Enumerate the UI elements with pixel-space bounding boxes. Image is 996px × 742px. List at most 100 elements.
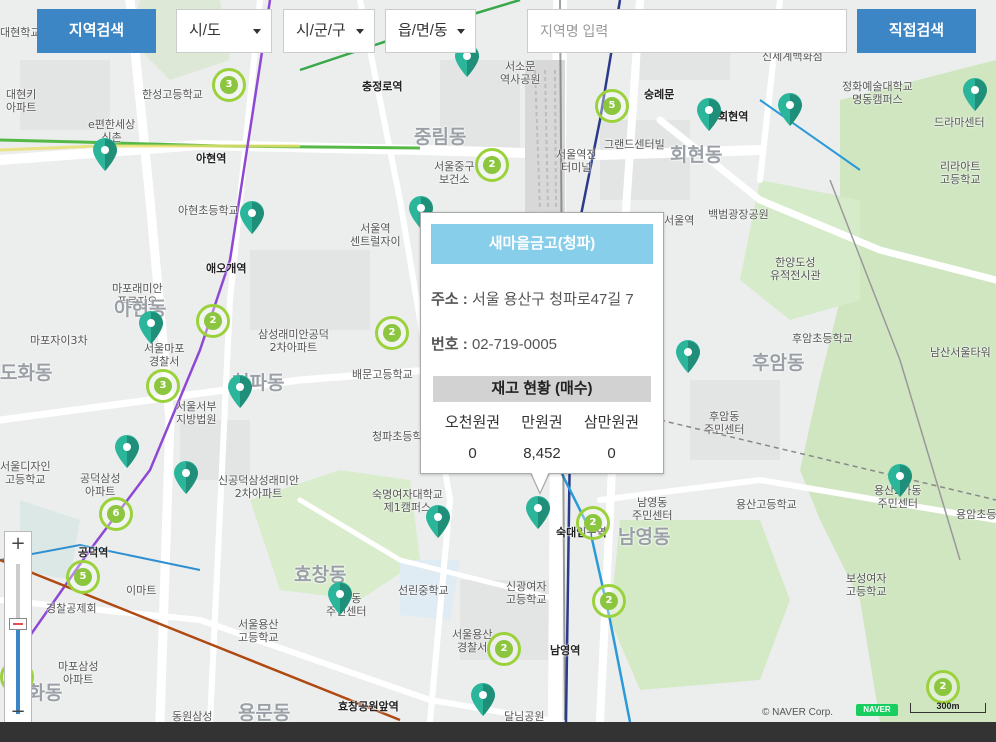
- cluster-marker[interactable]: 3: [212, 68, 246, 102]
- location-pin-icon[interactable]: [114, 435, 140, 469]
- cluster-count: 3: [154, 377, 172, 395]
- cluster-marker[interactable]: 6: [99, 497, 133, 531]
- cluster-marker[interactable]: 2: [487, 632, 521, 666]
- cluster-marker[interactable]: 2: [592, 584, 626, 618]
- label-boseong: 보성여자 고등학교: [846, 572, 887, 599]
- label-baekbeom: 백범광장공원: [708, 208, 769, 221]
- location-pin-icon[interactable]: [92, 138, 118, 172]
- cluster-marker[interactable]: 2: [196, 304, 230, 338]
- label-drama-center: 드라마센터: [934, 116, 985, 129]
- cluster-marker[interactable]: 3: [146, 369, 180, 403]
- cluster-count: 6: [107, 505, 125, 523]
- label-yongmun-dong: 용문동: [238, 702, 291, 722]
- province-select[interactable]: 시/도: [176, 9, 272, 53]
- label-samsung-raemian: 삼성래미안공덕 2차아파트: [258, 328, 329, 355]
- location-pin-icon[interactable]: [239, 201, 265, 235]
- location-pin-icon[interactable]: [327, 582, 353, 616]
- label-yongsan-high: 용산고등학교: [736, 498, 797, 511]
- label-singongdeok: 신공덕삼성래미안 2차아파트: [218, 474, 299, 501]
- cluster-count: 2: [600, 592, 618, 610]
- region-name-input[interactable]: [527, 9, 847, 53]
- stock-value: 8,452: [523, 444, 561, 462]
- label-jeonghwa: 정화예술대학교 명동캠퍼스: [842, 80, 913, 107]
- stock-column-header: 삼만원권: [583, 413, 640, 431]
- location-pin-icon[interactable]: [887, 464, 913, 498]
- label-seoul-station: 서울역: [664, 214, 695, 227]
- popup-title: 새마을금고(청파): [431, 224, 653, 264]
- map-scale-bar: 300m: [910, 702, 986, 713]
- phone-value: 02-719-0005: [471, 336, 558, 353]
- label-huam-center: 후암동 주민센터: [704, 410, 745, 437]
- label-seoul-station-center: 서울역 센트럴자이: [350, 222, 401, 249]
- label-huam-elem: 후암초등학교: [792, 332, 853, 345]
- region-search-button[interactable]: 지역검색: [37, 9, 156, 53]
- zoom-in-button[interactable]: +: [5, 532, 31, 556]
- info-popup: 새마을금고(청파) 주소 : 서울 용산구 청파로47길 7 번호 : 02-7…: [420, 212, 664, 474]
- location-pin-icon[interactable]: [425, 505, 451, 539]
- zoom-control: + −: [4, 531, 32, 723]
- stock-header: 재고 현황 (매수): [433, 376, 651, 402]
- zoom-out-button[interactable]: −: [5, 700, 31, 724]
- cluster-marker[interactable]: 2: [576, 506, 610, 540]
- label-chungjeongno-station: 충정로역: [362, 80, 403, 93]
- cluster-count: 2: [584, 514, 602, 532]
- label-hyochang-park-station: 효창공원앞역: [338, 700, 399, 713]
- label-baemun: 배문고등학교: [352, 368, 413, 381]
- label-hanyang-fortress: 한양도성 유적전시관: [770, 256, 821, 283]
- label-sungnyemun: 숭례문: [644, 88, 675, 101]
- cluster-marker[interactable]: 2: [375, 316, 409, 350]
- label-singwang: 신광여자 고등학교: [506, 580, 547, 607]
- cluster-count: 5: [74, 568, 92, 586]
- city-select[interactable]: 시/군/구: [283, 9, 375, 53]
- cluster-marker[interactable]: 5: [66, 560, 100, 594]
- zoom-slider-handle[interactable]: [9, 618, 27, 630]
- location-pin-icon[interactable]: [962, 78, 988, 112]
- label-seoul-yongsan: 서울용산 고등학교: [238, 618, 279, 645]
- label-daehyeon-school: 대현학교: [0, 26, 41, 39]
- stock-table: 오천원권 만원권 삼만원권 0 8,452 0: [433, 405, 651, 469]
- location-pin-icon[interactable]: [777, 93, 803, 127]
- label-namyeong-center: 남영동 주민센터: [632, 496, 673, 523]
- address-label: 주소 :: [431, 291, 468, 308]
- cluster-count: 2: [204, 312, 222, 330]
- label-yongam-elem: 용암초등학교: [956, 508, 996, 521]
- direct-search-button[interactable]: 직접검색: [857, 9, 976, 53]
- label-hoehyeon-station: 회현역: [718, 110, 749, 123]
- label-huam-dong: 후암동: [752, 352, 805, 374]
- label-gongdeok-samsung: 공덕삼성 아파트: [80, 472, 121, 499]
- label-lilart: 리라아트 고등학교: [940, 160, 981, 187]
- map-copyright: © NAVER Corp.: [762, 707, 834, 718]
- label-hoehyeon-dong: 회현동: [670, 144, 723, 166]
- popup-pointer-inner: [531, 472, 549, 492]
- location-pin-icon[interactable]: [227, 375, 253, 409]
- location-pin-icon[interactable]: [470, 683, 496, 717]
- label-seoul-st-terminal: 서울역전 터미널: [556, 148, 597, 175]
- popup-phone-row: 번호 : 02-719-0005: [431, 333, 557, 354]
- location-pin-icon[interactable]: [696, 98, 722, 132]
- location-pin-icon[interactable]: [173, 461, 199, 495]
- location-pin-icon[interactable]: [675, 340, 701, 374]
- cluster-marker[interactable]: 5: [595, 89, 629, 123]
- label-police-mutual: 경찰공제회: [46, 602, 97, 615]
- cluster-count: 3: [220, 76, 238, 94]
- stock-column-header: 오천원권: [444, 413, 501, 431]
- cluster-count: 2: [483, 156, 501, 174]
- cluster-marker[interactable]: 2: [475, 148, 509, 182]
- cluster-marker[interactable]: 2: [926, 670, 960, 704]
- label-jungnim-dong: 중림동: [414, 126, 467, 148]
- label-daehyeon: 대현키 아파트: [6, 88, 37, 115]
- stock-value: 0: [607, 444, 616, 462]
- cluster-count: 2: [383, 324, 401, 342]
- selected-location-pin-icon[interactable]: [525, 496, 551, 530]
- label-seobu-court: 서울서부 지방법원: [176, 400, 217, 427]
- label-grand-center: 그랜드센터빌: [604, 138, 665, 151]
- label-mapo-police: 서울마포 경찰서: [144, 342, 185, 369]
- stock-header-row: 오천원권 만원권 삼만원권: [433, 405, 651, 437]
- label-namyeong-dong: 남영동: [618, 526, 671, 548]
- stock-value: 0: [468, 444, 477, 462]
- cluster-count: 2: [934, 678, 952, 696]
- location-pin-icon[interactable]: [138, 311, 164, 345]
- footer-bar: [0, 722, 996, 742]
- town-select[interactable]: 읍/면/동: [385, 9, 476, 53]
- chevron-down-icon: [253, 29, 261, 34]
